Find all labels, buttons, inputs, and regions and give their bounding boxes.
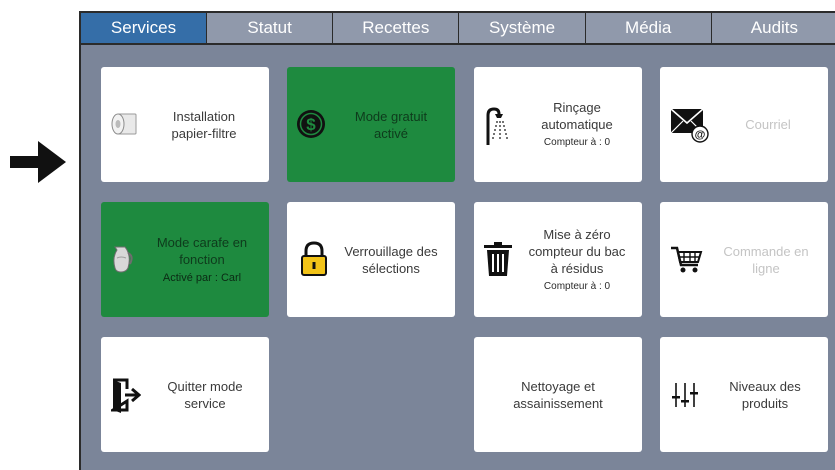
tile-label: Mode carafe en (156, 235, 248, 250)
dollar-coin-icon: $ (295, 108, 327, 140)
tile-label: Quitter mode (167, 378, 243, 394)
cleaning-sanitizing-button[interactable]: Nettoyage et assainissement (474, 337, 642, 452)
rinse-counter: Compteur à : 0 (543, 137, 611, 148)
filter-paper-roll-icon (109, 110, 139, 140)
tile-label: fonction (179, 252, 225, 267)
exit-door-icon (111, 377, 141, 413)
filter-paper-install-button[interactable]: Installation papier-filtre (101, 67, 269, 182)
tile-label: Installation (172, 108, 236, 124)
service-menu-panel: Services Statut Recettes Système Média A… (79, 11, 835, 470)
tab-systeme[interactable]: Système (459, 13, 586, 43)
carafe-mode-button[interactable]: Mode carafe en fonction Activé par : Car… (101, 202, 269, 317)
tile-label: Mode gratuit (354, 108, 428, 124)
tile-label: Verrouillage des (344, 243, 438, 259)
exit-service-mode-button[interactable]: Quitter mode service (101, 337, 269, 452)
level-sliders-icon (670, 381, 700, 409)
tile-label: papier-filtre (171, 125, 237, 141)
tab-bar: Services Statut Recettes Système Média A… (81, 13, 835, 43)
tile-label: Niveaux des (729, 378, 801, 394)
tile-label: activé (374, 125, 408, 141)
trash-bin-icon (482, 240, 514, 278)
free-mode-button[interactable]: $ Mode gratuit activé (287, 67, 455, 182)
mail-icon: @ (670, 107, 710, 143)
tab-recettes[interactable]: Recettes (333, 13, 460, 43)
padlock-icon (299, 240, 329, 278)
svg-text:@: @ (695, 129, 706, 141)
tab-audits[interactable]: Audits (712, 13, 835, 43)
right-arrow-icon (8, 138, 68, 186)
carafe-icon (111, 244, 135, 274)
tile-label: sélections (362, 260, 420, 276)
tile-label: Courriel (745, 117, 791, 132)
tile-label: Rinçage (553, 100, 601, 115)
mail-button[interactable]: @ Courriel (660, 67, 828, 182)
tab-media[interactable]: Média (586, 13, 712, 43)
tile-label: service (184, 395, 226, 411)
tab-services[interactable]: Services (81, 13, 207, 43)
tile-label: Nettoyage et (521, 378, 595, 394)
tab-statut[interactable]: Statut (207, 13, 334, 43)
lock-selections-button[interactable]: Verrouillage des sélections (287, 202, 455, 317)
tile-label: compteur du bac (528, 243, 626, 259)
carafe-activated-by: Activé par : Carl (162, 272, 242, 284)
tile-label: ligne (752, 260, 780, 276)
tile-label: automatique (541, 117, 613, 132)
tile-label: Mise à zéro (543, 226, 611, 242)
tile-label: Commande en (723, 243, 809, 259)
waste-counter: Compteur à : 0 (543, 280, 611, 292)
product-levels-button[interactable]: Niveaux des produits (660, 337, 828, 452)
svg-text:$: $ (306, 115, 316, 134)
auto-rinse-button[interactable]: Rinçage automatique Compteur à : 0 (474, 67, 642, 182)
tile-label: assainissement (513, 395, 603, 411)
tile-label: à résidus (550, 260, 604, 276)
tab-divider (81, 43, 835, 45)
tile-label: produits (741, 395, 789, 411)
shower-icon (482, 105, 514, 145)
online-order-button[interactable]: Commande en ligne (660, 202, 828, 317)
reset-waste-counter-button[interactable]: Mise à zéro compteur du bac à résidus Co… (474, 202, 642, 317)
shopping-cart-icon (670, 244, 704, 276)
